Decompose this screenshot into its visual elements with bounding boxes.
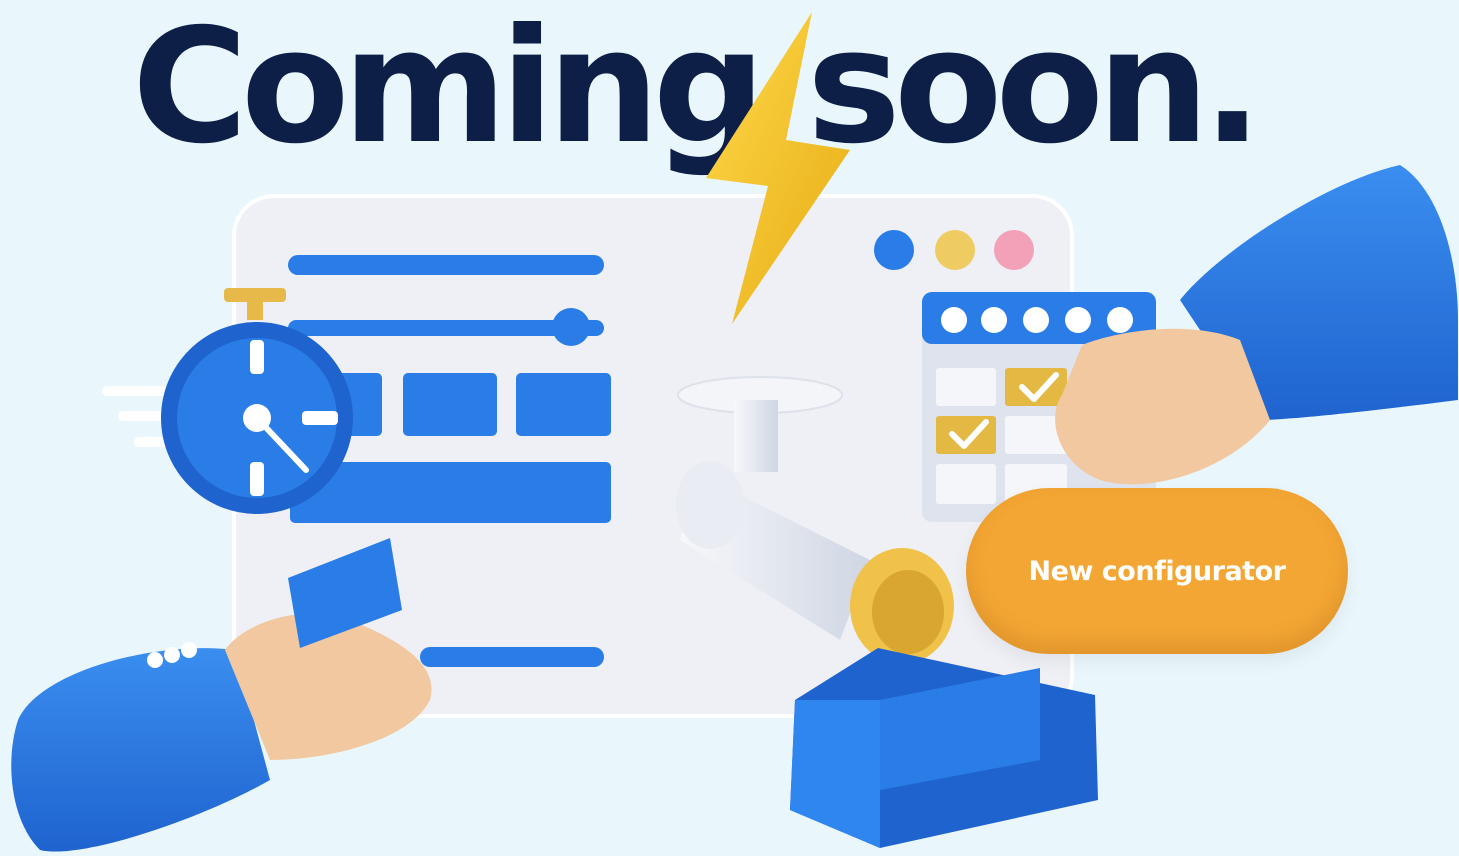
window-dots-icon: [874, 230, 1034, 270]
new-configurator-button[interactable]: New configurator: [966, 488, 1348, 654]
illustration: [11, 12, 1458, 852]
hand-icon: [11, 538, 432, 852]
new-configurator-label: New configurator: [1028, 555, 1286, 587]
